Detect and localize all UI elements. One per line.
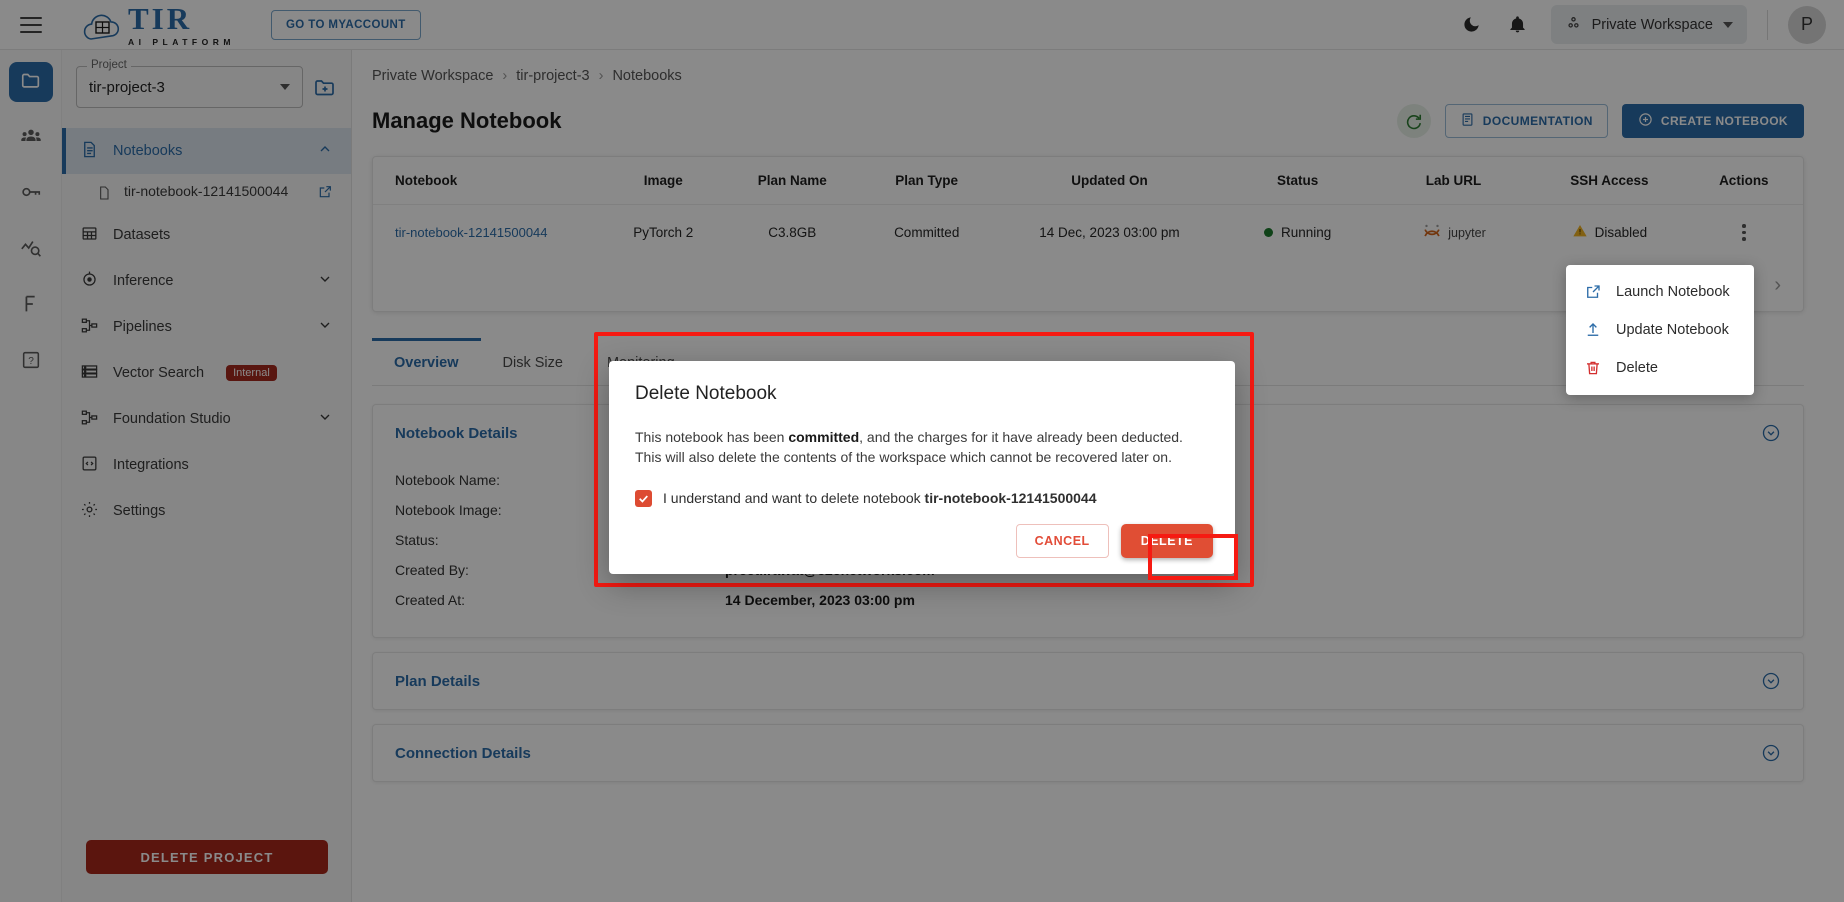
menu-item-label: Launch Notebook xyxy=(1616,284,1730,300)
menu-item-launch-notebook[interactable]: Launch Notebook xyxy=(1566,273,1754,311)
menu-item-delete[interactable]: Delete xyxy=(1566,349,1754,387)
confirm-label-text: I understand and want to delete notebook xyxy=(663,490,925,507)
dialog-text-c: , and the charges for it have already be… xyxy=(859,429,1183,445)
menu-item-update-notebook[interactable]: Update Notebook xyxy=(1566,311,1754,349)
dialog-body-line-1: This notebook has been committed, and th… xyxy=(635,427,1209,447)
dialog-text-committed: committed xyxy=(788,429,860,445)
external-link-icon xyxy=(1584,283,1602,301)
dialog-text-a: This notebook has been xyxy=(635,429,789,445)
trash-icon xyxy=(1584,359,1602,377)
confirm-notebook-name: tir-notebook-12141500044 xyxy=(924,490,1097,507)
confirm-checkbox[interactable] xyxy=(635,489,652,507)
dialog-confirm-row: I understand and want to delete notebook… xyxy=(635,489,1209,507)
delete-notebook-dialog: Delete Notebook This notebook has been c… xyxy=(609,361,1235,574)
dialog-body-line-2: This will also delete the contents of th… xyxy=(635,449,1172,466)
delete-button[interactable]: DELETE xyxy=(1120,524,1213,558)
dialog-title: Delete Notebook xyxy=(635,383,777,404)
actions-context-menu: Launch Notebook Update Notebook Delete xyxy=(1566,265,1754,395)
confirm-label: I understand and want to delete notebook… xyxy=(663,490,1097,506)
dialog-footer: CANCEL DELETE xyxy=(1015,524,1213,558)
menu-item-label: Update Notebook xyxy=(1616,322,1729,338)
menu-item-label: Delete xyxy=(1616,360,1658,376)
dialog-body: This notebook has been committed, and th… xyxy=(635,427,1209,468)
cancel-button[interactable]: CANCEL xyxy=(1015,524,1109,558)
upload-icon xyxy=(1584,321,1602,339)
